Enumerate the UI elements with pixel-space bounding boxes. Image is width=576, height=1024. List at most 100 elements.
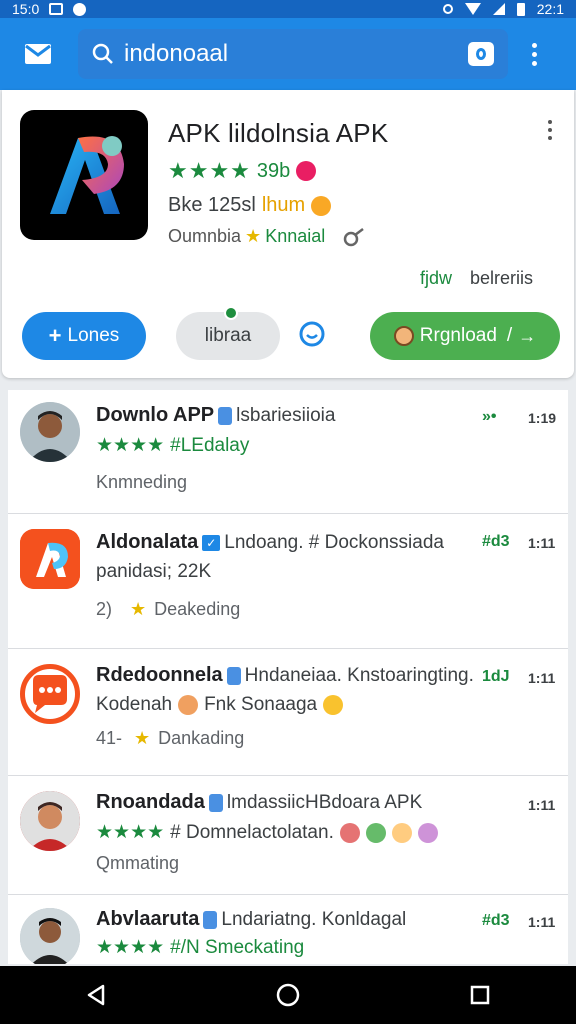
recents-icon[interactable] [460,975,500,1015]
share-icon[interactable] [343,227,365,247]
list-item-title: Abvlaaruta [96,908,200,930]
list-item-rating: ★★★★ #/N Smeckating [96,936,304,959]
chat-app-icon [20,664,80,724]
more-vert-icon[interactable] [546,120,554,144]
avatar [20,791,80,851]
verified-icon [226,666,241,685]
emoji-icon [365,822,386,843]
list-item-line3: Deakeding [154,599,241,619]
emoji-icon [417,822,438,843]
list-item-status: 41- ★ Dankading [96,728,244,749]
mail-button[interactable] [14,30,62,78]
signal-icon [492,3,505,15]
emoji-icon [339,822,360,843]
mail-icon [25,44,51,64]
arrow-right-icon: → [518,325,537,346]
list-item-title-row: Abvlaaruta Lndariatng. Konldagal [96,908,406,931]
lones-button[interactable]: + Lones [22,312,146,360]
list-item-meta-n: 1:11 [528,797,556,813]
list-item-meta-n: 1:11 [528,670,556,686]
back-icon[interactable] [76,975,116,1015]
list-item-line2: #LEdalay [170,434,250,456]
lens-icon[interactable] [468,42,494,66]
list-item-line3: Qmmating [96,853,180,873]
search-query[interactable]: indonoaal [124,40,228,68]
libraa-label: libraa [204,325,252,346]
app-list: Downlo APP lsbariesiioia ★★★★ #LEdalay K… [8,390,568,964]
notification-icon [49,3,64,15]
app-bar: indonoaal [0,18,576,90]
app-category-line: Oumnbia ★ Knnaial [168,226,365,247]
app-info-highlight: lhum [261,194,306,216]
more-vert-icon[interactable] [522,34,546,74]
search-icon [92,43,114,65]
list-item-title: Downlo APP [96,404,215,426]
verified-icon [203,910,218,929]
list-item-line2: panidasi; 22K [96,561,212,582]
download-label: Rrgnload [419,325,497,346]
emoji-icon [323,695,344,715]
star-rating-icon: ★★★★ [96,937,165,958]
app-info-line: Bke 125sl lhum [168,194,332,217]
list-item-line3-num: 2) [96,599,113,619]
list-item-line2: #/N Smeckating [170,936,305,958]
list-item[interactable]: Downlo APP lsbariesiioia ★★★★ #LEdalay K… [8,390,568,514]
emoji-icon [296,161,317,181]
list-item-title: Rnoandada [96,791,205,813]
list-item-info: panidasi; 22K [96,561,211,583]
avatar [20,908,80,964]
meta-right: belreriis [470,268,534,288]
avatar-icon [393,326,414,346]
list-item-line2b: Fnk Sonaaga [204,694,318,715]
list-item-line2: # Domnelactolatan. [170,821,334,843]
app-icon[interactable] [20,110,148,240]
app-category-text: Oumnbia [168,226,242,246]
list-item-line2: Kodenah [96,694,173,715]
wifi-icon [464,3,481,15]
list-item-status: Qmmating [96,853,179,874]
chat-icon[interactable] [298,320,326,348]
lones-label: Lones [67,325,120,346]
verified-icon [208,793,223,812]
list-item[interactable]: Rnoandada lmdassiicHBdoara APK ★★★★ # Do… [8,777,568,895]
list-item-title: Aldonalata [96,531,199,553]
list-item-title-row: Rdedoonnela Hndaneiaa. Knstoaringting. [96,664,474,687]
list-item-status: Knmneding [96,472,187,493]
star-rating-icon: ★★★★ [168,158,251,183]
list-item[interactable]: Rdedoonnela Hndaneiaa. Knstoaringting. K… [8,650,568,776]
list-item-line3-num: 41- [96,728,123,748]
meta-left: fjdw [420,268,453,288]
badge-dot [224,306,238,320]
star-icon: ★ [245,226,262,246]
list-item-line3: Dankading [158,728,245,748]
search-bar[interactable]: indonoaal [78,29,508,79]
list-item-rating: ★★★★ #LEdalay [96,434,249,457]
app-meta: fjdw belreriis [420,268,533,289]
notification-icon-2 [73,2,87,16]
download-button[interactable]: Rrgnload / → [370,312,560,360]
plus-icon: + [48,323,62,348]
list-item[interactable]: Abvlaaruta Lndariatng. Konldagal ★★★★ #/… [8,896,568,964]
alarm-icon [442,4,453,14]
list-item-subtitle: lmdassiicHBdoara APK [226,791,423,813]
star-icon: ★ [134,728,151,748]
star-rating-icon: ★★★★ [96,822,165,843]
list-item-subtitle: Hndaneiaa. Knstoaringting. [244,664,474,686]
home-icon[interactable] [268,975,308,1015]
list-item-title-row: Downlo APP lsbariesiioia [96,404,335,427]
app-detail-card: APK lildolnsia APK ★★★★ 39b Bke 125sl lh… [2,90,574,378]
emoji-icon [391,822,412,843]
list-item-meta-g: #d3 [482,912,510,929]
status-time-right: 22:1 [536,1,564,17]
list-item-subtitle: Lndariatng. Konldagal [221,908,407,930]
star-rating-icon: ★★★★ [96,435,165,456]
list-item-subtitle: lsbariesiioia [236,404,336,426]
list-item-meta-n: 1:19 [528,410,557,426]
emoji-icon [311,195,332,216]
list-item[interactable]: Aldonalata ✓ Lndoang. # Dockonssiada pan… [8,515,568,649]
list-item-title-row: Rnoandada lmdassiicHBdoara APK [96,791,422,814]
emoji-icon [178,695,199,715]
list-item-info: Kodenah Fnk Sonaaga [96,694,344,716]
app-icon [20,529,80,589]
libraa-button[interactable]: libraa [176,306,280,360]
